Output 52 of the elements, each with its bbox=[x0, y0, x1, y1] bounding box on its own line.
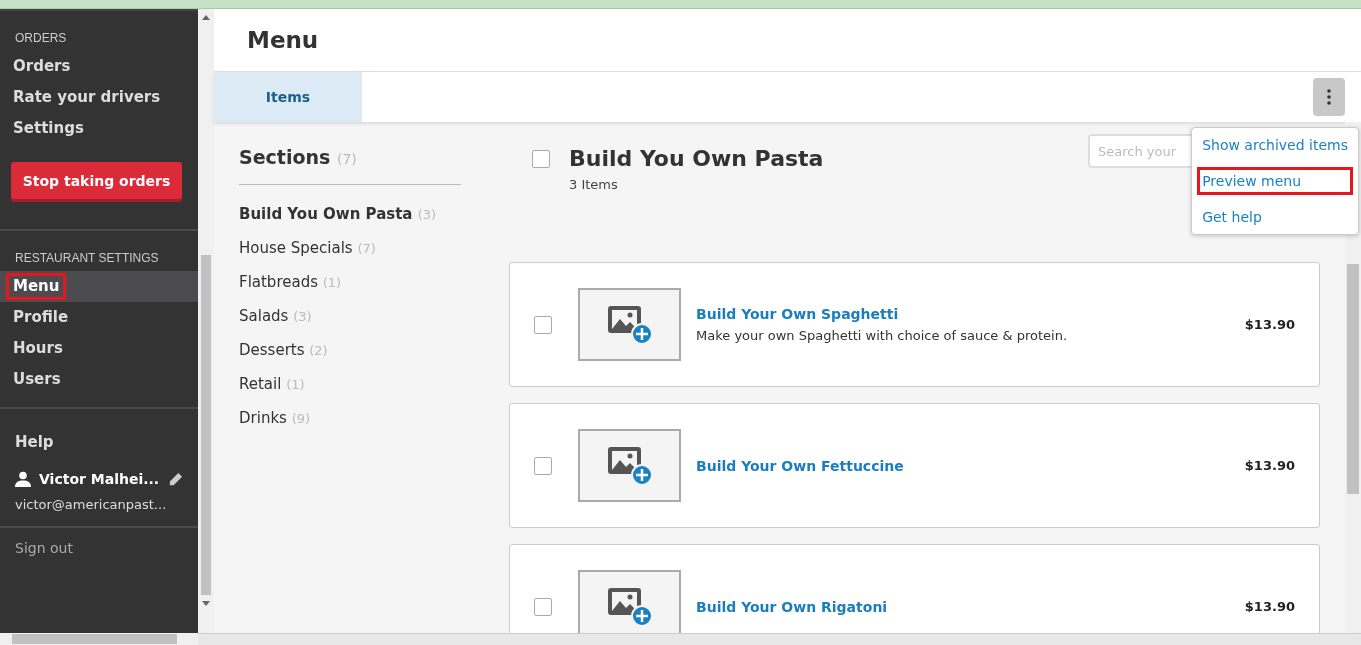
checkbox[interactable] bbox=[534, 315, 552, 334]
menu-option[interactable]: Show archived items bbox=[1200, 134, 1350, 156]
nav-item[interactable]: Users bbox=[0, 364, 198, 395]
nav-item[interactable]: Profile bbox=[0, 302, 198, 333]
sections-title: Sections (7) bbox=[239, 146, 461, 185]
section-heading: ORDERS bbox=[14, 31, 68, 47]
nav-item[interactable]: Menu bbox=[0, 271, 198, 302]
menu-item-card[interactable]: Build Your Own Spaghetti Make your own Spaghetti with choice of sauce & protein. $13.90 bbox=[509, 262, 1320, 387]
more-options-button[interactable] bbox=[1313, 78, 1345, 116]
help-link[interactable]: Help bbox=[0, 409, 198, 461]
add-image-icon[interactable] bbox=[605, 585, 654, 628]
section-heading: RESTAURANT SETTINGS bbox=[14, 251, 160, 267]
item-name-link[interactable]: Build Your Own Fettuccine bbox=[696, 457, 1245, 474]
image-placeholder[interactable] bbox=[578, 288, 681, 361]
section-item[interactable]: Drinks (9) bbox=[239, 401, 461, 435]
nav-item[interactable]: Orders bbox=[0, 51, 198, 82]
item-count: 3 Items bbox=[569, 177, 619, 192]
item-price: $13.90 bbox=[1244, 317, 1295, 332]
section-item[interactable]: Build You Own Pasta (3) bbox=[239, 197, 461, 231]
user-icon bbox=[15, 471, 31, 487]
more-icon bbox=[1327, 89, 1331, 105]
page-title: Menu bbox=[247, 27, 319, 53]
section-title: Build You Own Pasta bbox=[569, 146, 825, 171]
section-item[interactable]: Salads (3) bbox=[239, 299, 461, 333]
item-description: Make your own Spaghetti with choice of sauce & protein. bbox=[696, 328, 1069, 343]
item-name-link[interactable]: Build Your Own Spaghetti bbox=[696, 306, 1245, 322]
item-name-link[interactable]: Build Your Own Rigatoni bbox=[696, 598, 1245, 615]
add-image-icon[interactable] bbox=[605, 444, 654, 487]
tab[interactable]: Items bbox=[214, 72, 362, 122]
edit-icon[interactable] bbox=[168, 471, 183, 487]
sign-out-link[interactable]: Sign out bbox=[0, 528, 198, 568]
add-image-icon[interactable] bbox=[605, 303, 654, 346]
menu-option[interactable]: Get help bbox=[1200, 206, 1350, 228]
nav-item[interactable]: Settings bbox=[0, 113, 198, 144]
section-item[interactable]: Retail (1) bbox=[239, 367, 461, 401]
section-item[interactable]: Flatbreads (1) bbox=[239, 265, 461, 299]
item-price: $13.90 bbox=[1244, 458, 1295, 473]
menu-item-card[interactable]: Build Your Own Fettuccine $13.90 bbox=[509, 403, 1320, 528]
image-placeholder[interactable] bbox=[578, 570, 681, 633]
checkbox[interactable] bbox=[534, 597, 552, 616]
section-item[interactable]: Desserts (2) bbox=[239, 333, 461, 367]
checkbox[interactable] bbox=[532, 150, 550, 168]
menu-item-card[interactable]: Build Your Own Rigatoni $13.90 bbox=[509, 544, 1320, 633]
user-name: Victor Malhei... bbox=[39, 471, 160, 487]
nav-item[interactable]: Hours bbox=[0, 333, 198, 364]
checkbox[interactable] bbox=[534, 456, 552, 475]
image-placeholder[interactable] bbox=[578, 429, 681, 502]
section-item[interactable]: House Specials (7) bbox=[239, 231, 461, 265]
item-price: $13.90 bbox=[1244, 599, 1295, 614]
stop-orders-button[interactable]: Stop taking orders bbox=[11, 162, 182, 199]
menu-option[interactable]: Preview menu bbox=[1200, 170, 1350, 192]
nav-item[interactable]: Rate your drivers bbox=[0, 82, 198, 113]
